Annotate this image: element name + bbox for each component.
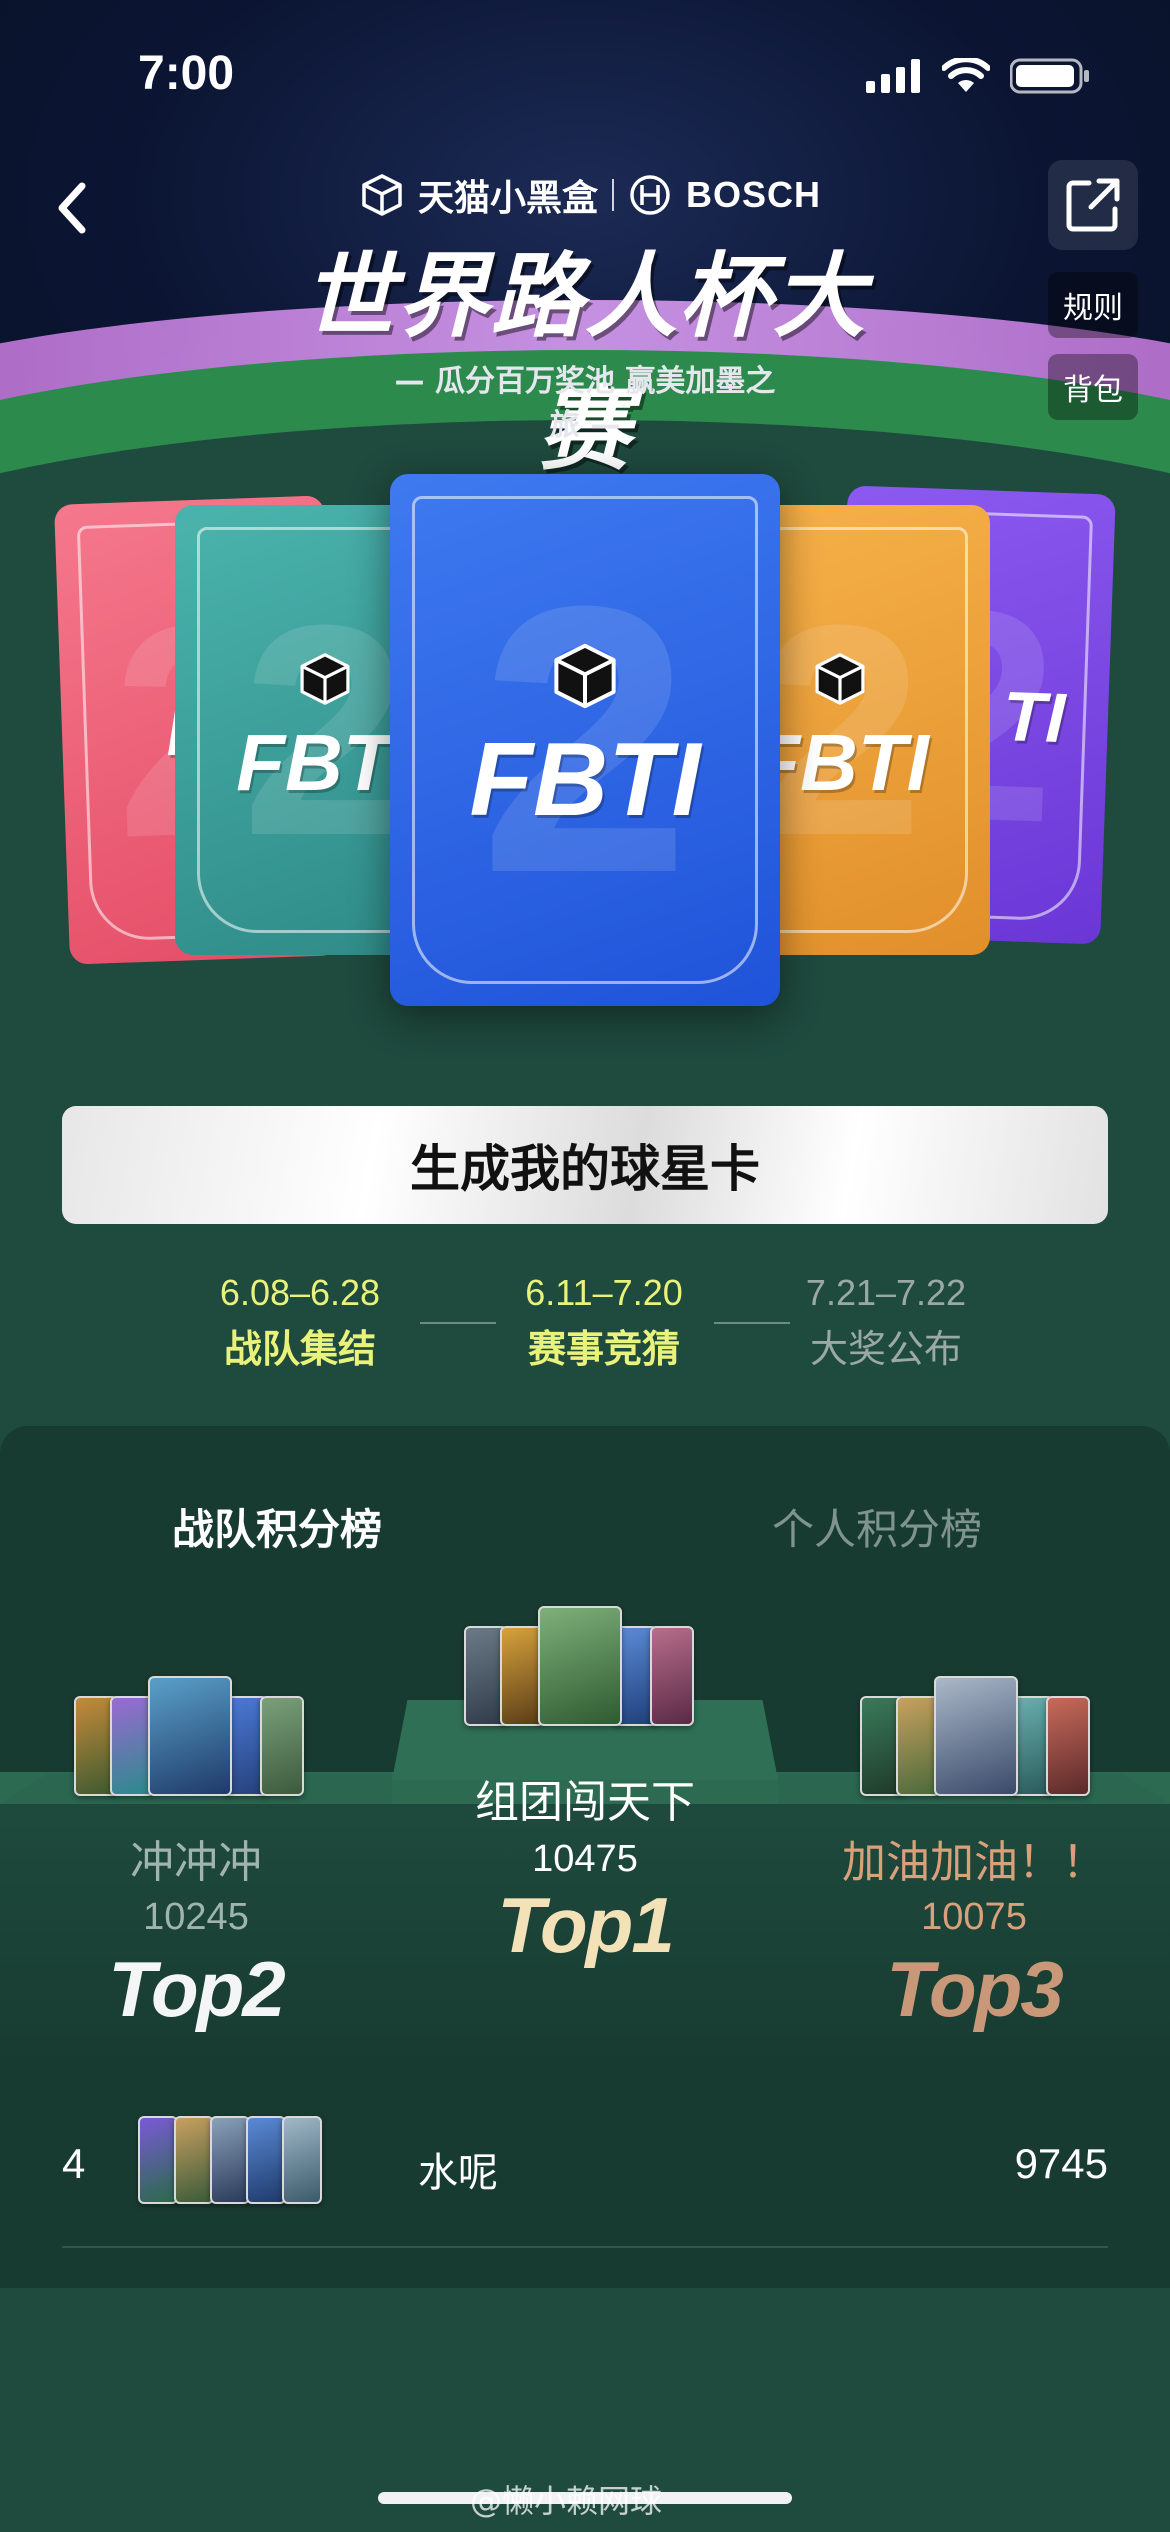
team-avatar-stack [74,1676,304,1796]
card-logo: FBTI [236,718,414,807]
team-avatar-stack [138,2116,322,2204]
cube-icon [815,653,865,705]
second-place-name: 冲冲冲 [130,1837,262,1888]
team-avatar-stack [464,1606,694,1726]
team-name: 水呢 [418,2150,498,2196]
timeline-connector [714,1322,790,1324]
rank-number: 4 [62,2140,86,2187]
page-title: 世界路人杯大赛 [302,243,867,483]
first-place-name: 组团闯天下 [475,1777,695,1828]
backpack-button[interactable]: 背包 [1048,354,1138,420]
brand-bosch: BOSCH [686,174,822,215]
watermark: @懒小赖网球 [470,2482,663,2520]
second-place-score: 10245 [143,1896,249,1938]
box-logo-icon [362,174,402,216]
third-place-name: 加油加油！！ [842,1837,1106,1888]
wifi-icon [942,58,990,92]
timeline-step: 6.11–7.20 赛事竞猜 [525,1272,683,1371]
team-avatar-stack [860,1676,1090,1796]
table-row[interactable]: 4 水呢 9745 [62,2112,1108,2212]
brand-tmall: 天猫小黑盒 [418,178,599,219]
brand-divider [612,179,615,211]
first-place-score: 10475 [532,1838,638,1880]
team-score: 9745 [1014,2140,1108,2187]
third-place-score: 10075 [921,1896,1027,1938]
timeline: 6.08–6.28 战队集结 6.11–7.20 赛事竞猜 7.21–7.22 … [0,1272,1170,1382]
page-subtitle: — 瓜分百万奖池 赢美加墨之旅 — [394,364,776,443]
share-button[interactable] [1048,160,1138,250]
cube-icon [300,653,350,705]
timeline-step: 7.21–7.22 大奖公布 [805,1272,967,1371]
timeline-connector [420,1322,496,1324]
status-bar: 7:00 [0,0,1170,140]
first-place-badge: Top1 [497,1881,674,1969]
chevron-left-icon [58,182,86,234]
share-icon [1066,178,1120,232]
battery-icon [1010,58,1089,94]
timeline-step: 6.08–6.28 战队集结 [219,1272,381,1371]
status-icons [866,58,1090,94]
third-place-badge: Top3 [886,1945,1063,2033]
card-logo: TI [1001,677,1067,758]
brand-row: 天猫小黑盒 BOSCH [360,168,840,222]
generate-card-button[interactable]: 生成我的球星卡 [62,1106,1108,1224]
bosch-logo-icon [630,175,670,215]
rules-button[interactable]: 规则 [1048,272,1138,338]
player-card-blue[interactable]: 2 FBTI [390,474,780,1006]
signal-icon [866,59,920,93]
tab-team-ranking[interactable]: 战队积分榜 [172,1496,382,1557]
tab-personal-ranking[interactable]: 个人积分榜 [772,1496,982,1557]
card-logo: FBTI [469,721,701,838]
second-place-badge: Top2 [108,1945,285,2033]
cube-icon [554,643,616,708]
back-button[interactable] [52,178,102,238]
row-divider [62,2246,1108,2248]
status-time: 7:00 [138,47,235,100]
